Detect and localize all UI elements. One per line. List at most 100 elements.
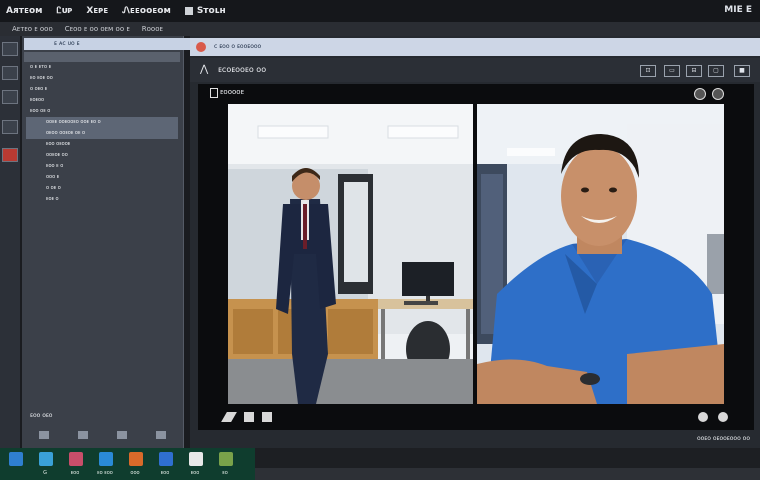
- tree-row[interactable]: ᴇᴏᴏ ᴇ ᴏ: [26, 161, 178, 172]
- taskbar-app-icon: [219, 452, 233, 466]
- taskbar-item-label: ᴇᴏᴏ: [190, 470, 200, 476]
- window-button-5[interactable]: ■: [734, 65, 750, 77]
- tree-row[interactable]: ᴏ ᴏᴇ ᴏ: [26, 183, 178, 194]
- taskbar-item-label: ᴇᴏᴏ: [70, 470, 80, 476]
- taskbar-strip: [255, 468, 760, 480]
- share-icon[interactable]: [244, 412, 254, 422]
- menu-item-1[interactable]: Aᴙᴛᴇᴏᴍ: [6, 6, 43, 16]
- tree-row[interactable]: ᴇᴏᴇᴏᴏ: [26, 95, 178, 106]
- tree-row-label: ᴇᴏᴇ ᴏ: [46, 196, 59, 202]
- action-icon-2[interactable]: [77, 431, 88, 439]
- taskbar-item-label: ᴇᴏ ᴇᴏᴏ: [97, 470, 113, 476]
- screen-icon[interactable]: [262, 412, 272, 422]
- video-title: ᴇᴏᴏᴏᴏᴇ: [220, 88, 245, 96]
- tree-row-label: ᴏᴏᴇᴏᴇ ᴏᴏ: [46, 152, 68, 158]
- video-pane-right[interactable]: [477, 104, 724, 404]
- menu-item-3[interactable]: Xᴇᴘᴇ: [86, 6, 108, 16]
- menubar-right-text: MIE E: [724, 5, 752, 15]
- office-scene-image: [228, 104, 473, 404]
- tree-row-label: ᴏ ᴏᴇ ᴏ: [46, 185, 61, 191]
- tree-row[interactable]: ᴇᴏᴏ ᴏᴇ ᴏ: [26, 106, 178, 117]
- taskbar-app-icon: [99, 452, 113, 466]
- status-text: ᴏᴏᴇᴏ ᴏᴇᴏᴏᴇᴏᴏᴏ ᴏᴏ: [696, 435, 750, 442]
- window-button-1[interactable]: ⊡: [640, 65, 656, 77]
- taskbar-item[interactable]: G: [30, 448, 60, 480]
- action-icon-1[interactable]: [38, 431, 49, 439]
- stop-icon: [184, 6, 193, 15]
- record-icon[interactable]: [712, 88, 724, 100]
- menu-bar: Aᴙᴛᴇᴏᴍ Ꮭᴜᴘ Xᴇᴘᴇ Ꮑᴇᴇᴏᴏᴇᴏᴍ Sᴛᴏʟʜ MIE E: [0, 0, 760, 22]
- toolbar-item-2[interactable]: Cᴇᴏᴏ ᴇ ᴏᴏ ᴏᴇᴍ ᴏᴏ ᴇ: [65, 25, 130, 33]
- window-button-4[interactable]: ▢: [708, 65, 724, 77]
- video-call-area: ᴇᴏᴏᴏᴏᴇ: [198, 84, 754, 430]
- side-panel: ᴇ ᴀᴄ ᴜᴏ ᴇ ᴏ ᴇ ᴇᴛᴏ ᴇ ᴇᴏ ᴇᴏᴇ ᴏᴏ ᴏ ᴏᴇᴏ ᴇ ᴇᴏᴇᴏᴏ…: [22, 36, 210, 448]
- video-controls: [198, 404, 754, 430]
- edit-icon[interactable]: [221, 412, 237, 422]
- taskbar-item[interactable]: ᴇᴏ ᴇᴏᴏ: [90, 448, 120, 480]
- tree-row[interactable]: ᴏᴏᴇᴏᴇ ᴏᴏ: [26, 150, 178, 161]
- taskbar-item[interactable]: [0, 448, 30, 480]
- main-window: ᴄ ᴇᴏᴏ ᴏ ᴇᴏᴏᴇᴏᴏᴏ ⋀ ᴇᴄᴏᴇᴏᴏᴇᴏ ᴏᴏ ⊡ ▭ ⊟ ▢ ■ …: [190, 36, 760, 448]
- taskbar-app-icon: [9, 452, 23, 466]
- tree-row-label: ᴇᴏᴏ ᴏᴇᴏᴏᴇ: [46, 141, 71, 147]
- taskbar-item[interactable]: ᴏᴏᴏ: [120, 448, 150, 480]
- participant-image: [477, 104, 724, 404]
- taskbar-item-label: ᴇᴏᴏ: [160, 470, 170, 476]
- document-icon[interactable]: [2, 120, 18, 134]
- tree-row-label: ᴇᴏᴇᴏᴏ: [30, 97, 45, 103]
- window-button-3[interactable]: ⊟: [686, 65, 702, 77]
- tree-row-label: ᴏ ᴇ ᴇᴛᴏ ᴇ: [30, 64, 52, 70]
- tree-row[interactable]: ᴏ ᴇ ᴇᴛᴏ ᴇ: [26, 62, 178, 73]
- app-title-bar: ⋀ ᴇᴄᴏᴇᴏᴏᴇᴏ ᴏᴏ ⊡ ▭ ⊟ ▢ ■: [190, 58, 760, 82]
- app-logo-icon: ⋀: [200, 64, 209, 75]
- menu-item-4[interactable]: Ꮑᴇᴇᴏᴏᴇᴏᴍ: [122, 6, 171, 16]
- tree-row[interactable]: ᴇᴏ ᴇᴏᴇ ᴏᴏ: [26, 73, 178, 84]
- left-icon-strip: [0, 36, 20, 448]
- taskbar: Gᴇᴏᴏ ᴇᴏ ᴇᴏᴏ ᴏᴏᴏ ᴇᴏᴏ ᴇᴏᴏ ᴇᴏ: [0, 448, 255, 480]
- taskbar-item[interactable]: ᴇᴏ: [210, 448, 240, 480]
- window-button-2[interactable]: ▭: [664, 65, 680, 77]
- tree-list: ᴏ ᴇ ᴇᴛᴏ ᴇ ᴇᴏ ᴇᴏᴇ ᴏᴏ ᴏ ᴏᴇᴏ ᴇ ᴇᴏᴇᴏᴏ ᴇᴏᴏ ᴏᴇ ᴏ ᴏᴏ…: [26, 62, 178, 205]
- taskbar-app-icon: [69, 452, 83, 466]
- menu-item-5-label: Sᴛᴏʟʜ: [196, 6, 226, 16]
- tree-row-label: ᴇᴏ ᴇᴏᴇ ᴏᴏ: [30, 75, 53, 81]
- action-icon-3[interactable]: [116, 431, 127, 439]
- tree-row[interactable]: ᴏ ᴏᴇᴏ ᴇ: [26, 84, 178, 95]
- side-panel-footer: ᴇᴏᴏ ᴏᴇᴏ: [30, 412, 53, 419]
- list-icon[interactable]: [2, 90, 18, 104]
- folder-icon[interactable]: [2, 66, 18, 80]
- alert-icon[interactable]: [2, 148, 18, 162]
- menu-item-2[interactable]: Ꮭᴜᴘ: [57, 6, 73, 16]
- tree-row[interactable]: ᴏᴇᴏᴏ ᴏᴏᴇᴏᴇ ᴏᴇ ᴏ: [26, 128, 178, 139]
- taskbar-app-icon: [39, 452, 53, 466]
- settings-icon[interactable]: [694, 88, 706, 100]
- taskbar-item[interactable]: ᴇᴏᴏ: [60, 448, 90, 480]
- toolbar-item-3[interactable]: Rᴏᴏᴏᴇ: [142, 25, 163, 33]
- menu-item-5[interactable]: Sᴛᴏʟʜ: [184, 6, 226, 16]
- video-toggle-icon[interactable]: [718, 412, 728, 422]
- side-panel-subheader: [24, 52, 180, 62]
- app-title: ᴇᴄᴏᴇᴏᴏᴇᴏ ᴏᴏ: [218, 65, 267, 74]
- app-icon[interactable]: [2, 42, 18, 56]
- tree-row-label: ᴏᴏᴏ ᴇ: [46, 174, 60, 180]
- taskbar-item-label: ᴏᴏᴏ: [130, 470, 140, 476]
- address-bar[interactable]: ᴄ ᴇᴏᴏ ᴏ ᴇᴏᴏᴇᴏᴏᴏ: [190, 38, 760, 56]
- taskbar-item-label: G: [43, 470, 47, 476]
- address-text: ᴄ ᴇᴏᴏ ᴏ ᴇᴏᴏᴇᴏᴏᴏ: [214, 43, 262, 50]
- action-icon-4[interactable]: [155, 431, 166, 439]
- tree-row[interactable]: ᴏᴏᴇᴇ ᴏᴏᴇᴏᴏᴇᴏ ᴏᴏᴇ ᴇᴏ ᴏ: [26, 117, 178, 128]
- taskbar-extension: [255, 448, 760, 480]
- tree-row-label: ᴇᴏᴏ ᴏᴇ ᴏ: [30, 108, 51, 114]
- site-icon: [196, 42, 206, 52]
- mic-icon[interactable]: [698, 412, 708, 422]
- tree-row[interactable]: ᴏᴏᴏ ᴇ: [26, 172, 178, 183]
- video-pane-left[interactable]: [228, 104, 473, 404]
- tree-row[interactable]: ᴇᴏᴇ ᴏ: [26, 194, 178, 205]
- tree-row[interactable]: ᴇᴏᴏ ᴏᴇᴏᴏᴇ: [26, 139, 178, 150]
- taskbar-item[interactable]: ᴇᴏᴏ: [180, 448, 210, 480]
- toolbar-item-1[interactable]: Aᴇᴛᴇᴏ ᴇ ᴏᴏᴏ: [12, 25, 53, 33]
- secondary-toolbar: Aᴇᴛᴇᴏ ᴇ ᴏᴏᴏ Cᴇᴏᴏ ᴇ ᴏᴏ ᴏᴇᴍ ᴏᴏ ᴇ Rᴏᴏᴏᴇ: [0, 22, 760, 36]
- tree-row-label: ᴇᴏᴏ ᴇ ᴏ: [46, 163, 64, 169]
- tree-row-label: ᴏᴇᴏᴏ ᴏᴏᴇᴏᴇ ᴏᴇ ᴏ: [46, 130, 86, 136]
- taskbar-item[interactable]: ᴇᴏᴏ: [150, 448, 180, 480]
